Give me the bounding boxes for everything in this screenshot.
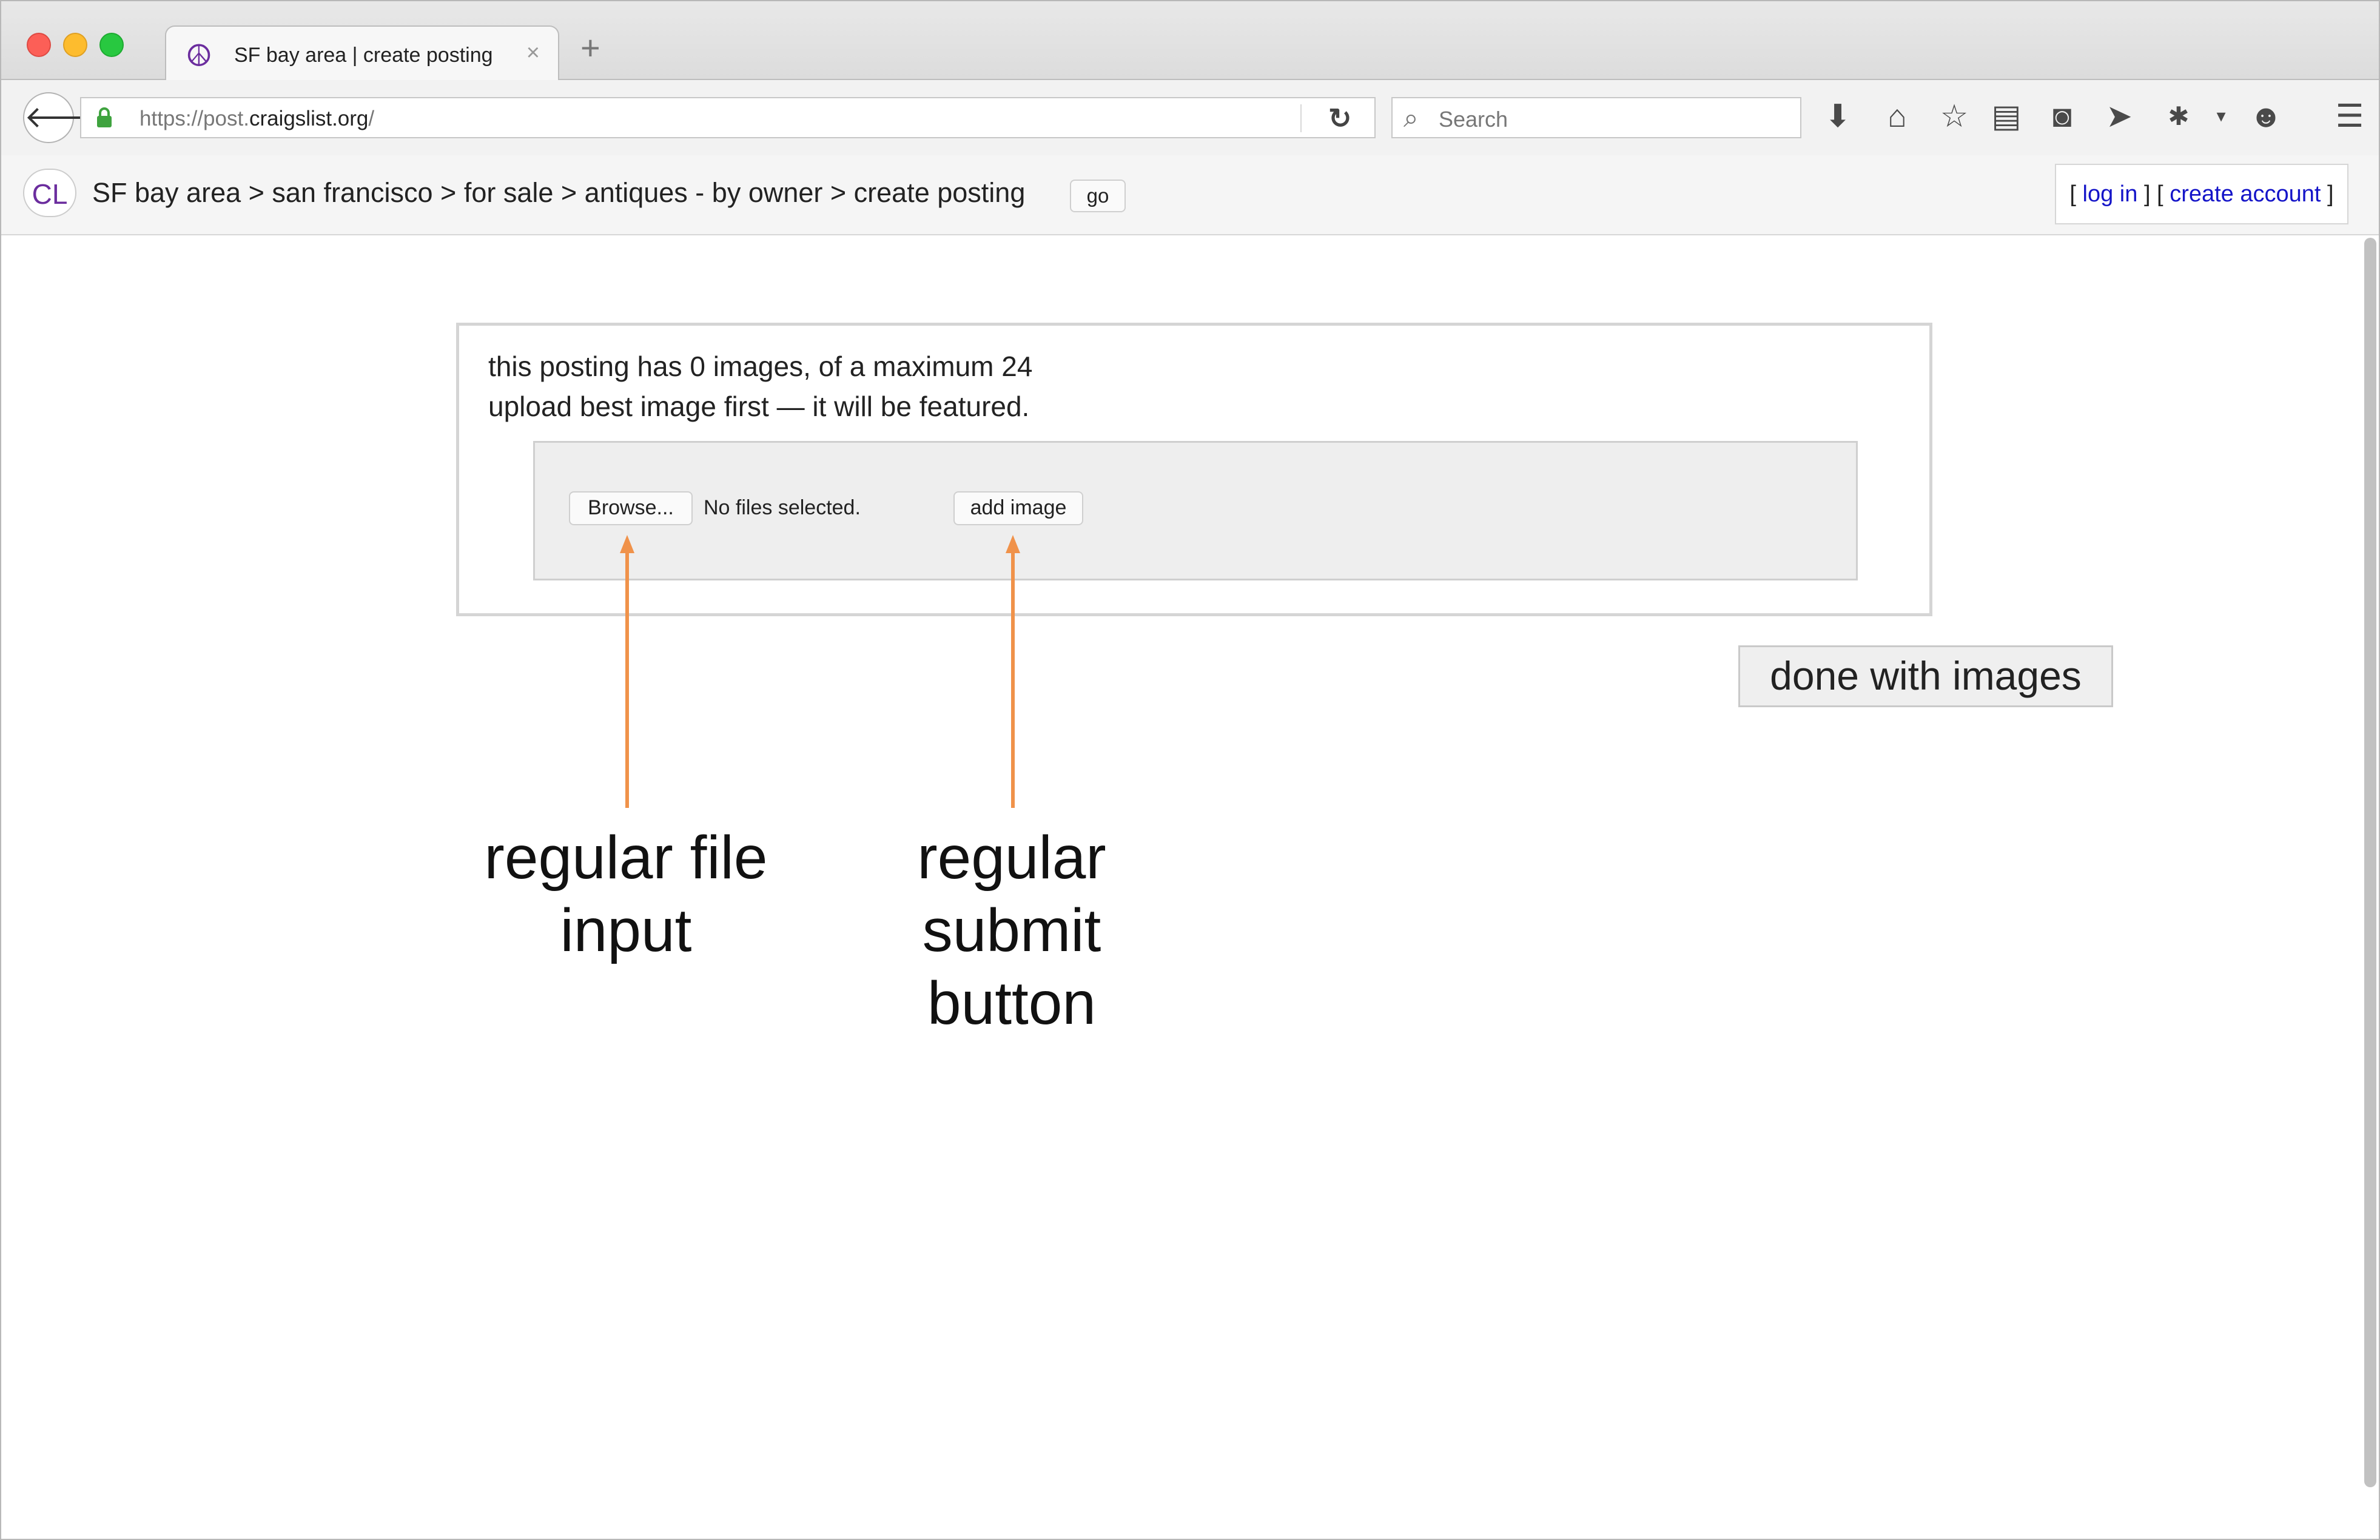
submit-caption-line2: submit bbox=[922, 896, 1101, 964]
browser-window: ☮ SF bay area | create posting × + 🡐 htt… bbox=[0, 0, 2380, 1540]
submit-caption-line3: button bbox=[927, 969, 1097, 1037]
page-scrollbar[interactable] bbox=[2364, 238, 2376, 1487]
annotation-arrows bbox=[620, 535, 1020, 808]
submit-caption-line1: regular bbox=[917, 824, 1106, 892]
submit-button-arrow bbox=[1006, 535, 1020, 808]
file-input-caption: regular file input bbox=[444, 821, 808, 967]
submit-button-caption: regular submit button bbox=[830, 821, 1194, 1040]
file-input-caption-line2: input bbox=[560, 896, 692, 964]
file-input-caption-line1: regular file bbox=[484, 824, 768, 892]
file-input-arrow bbox=[620, 535, 634, 808]
